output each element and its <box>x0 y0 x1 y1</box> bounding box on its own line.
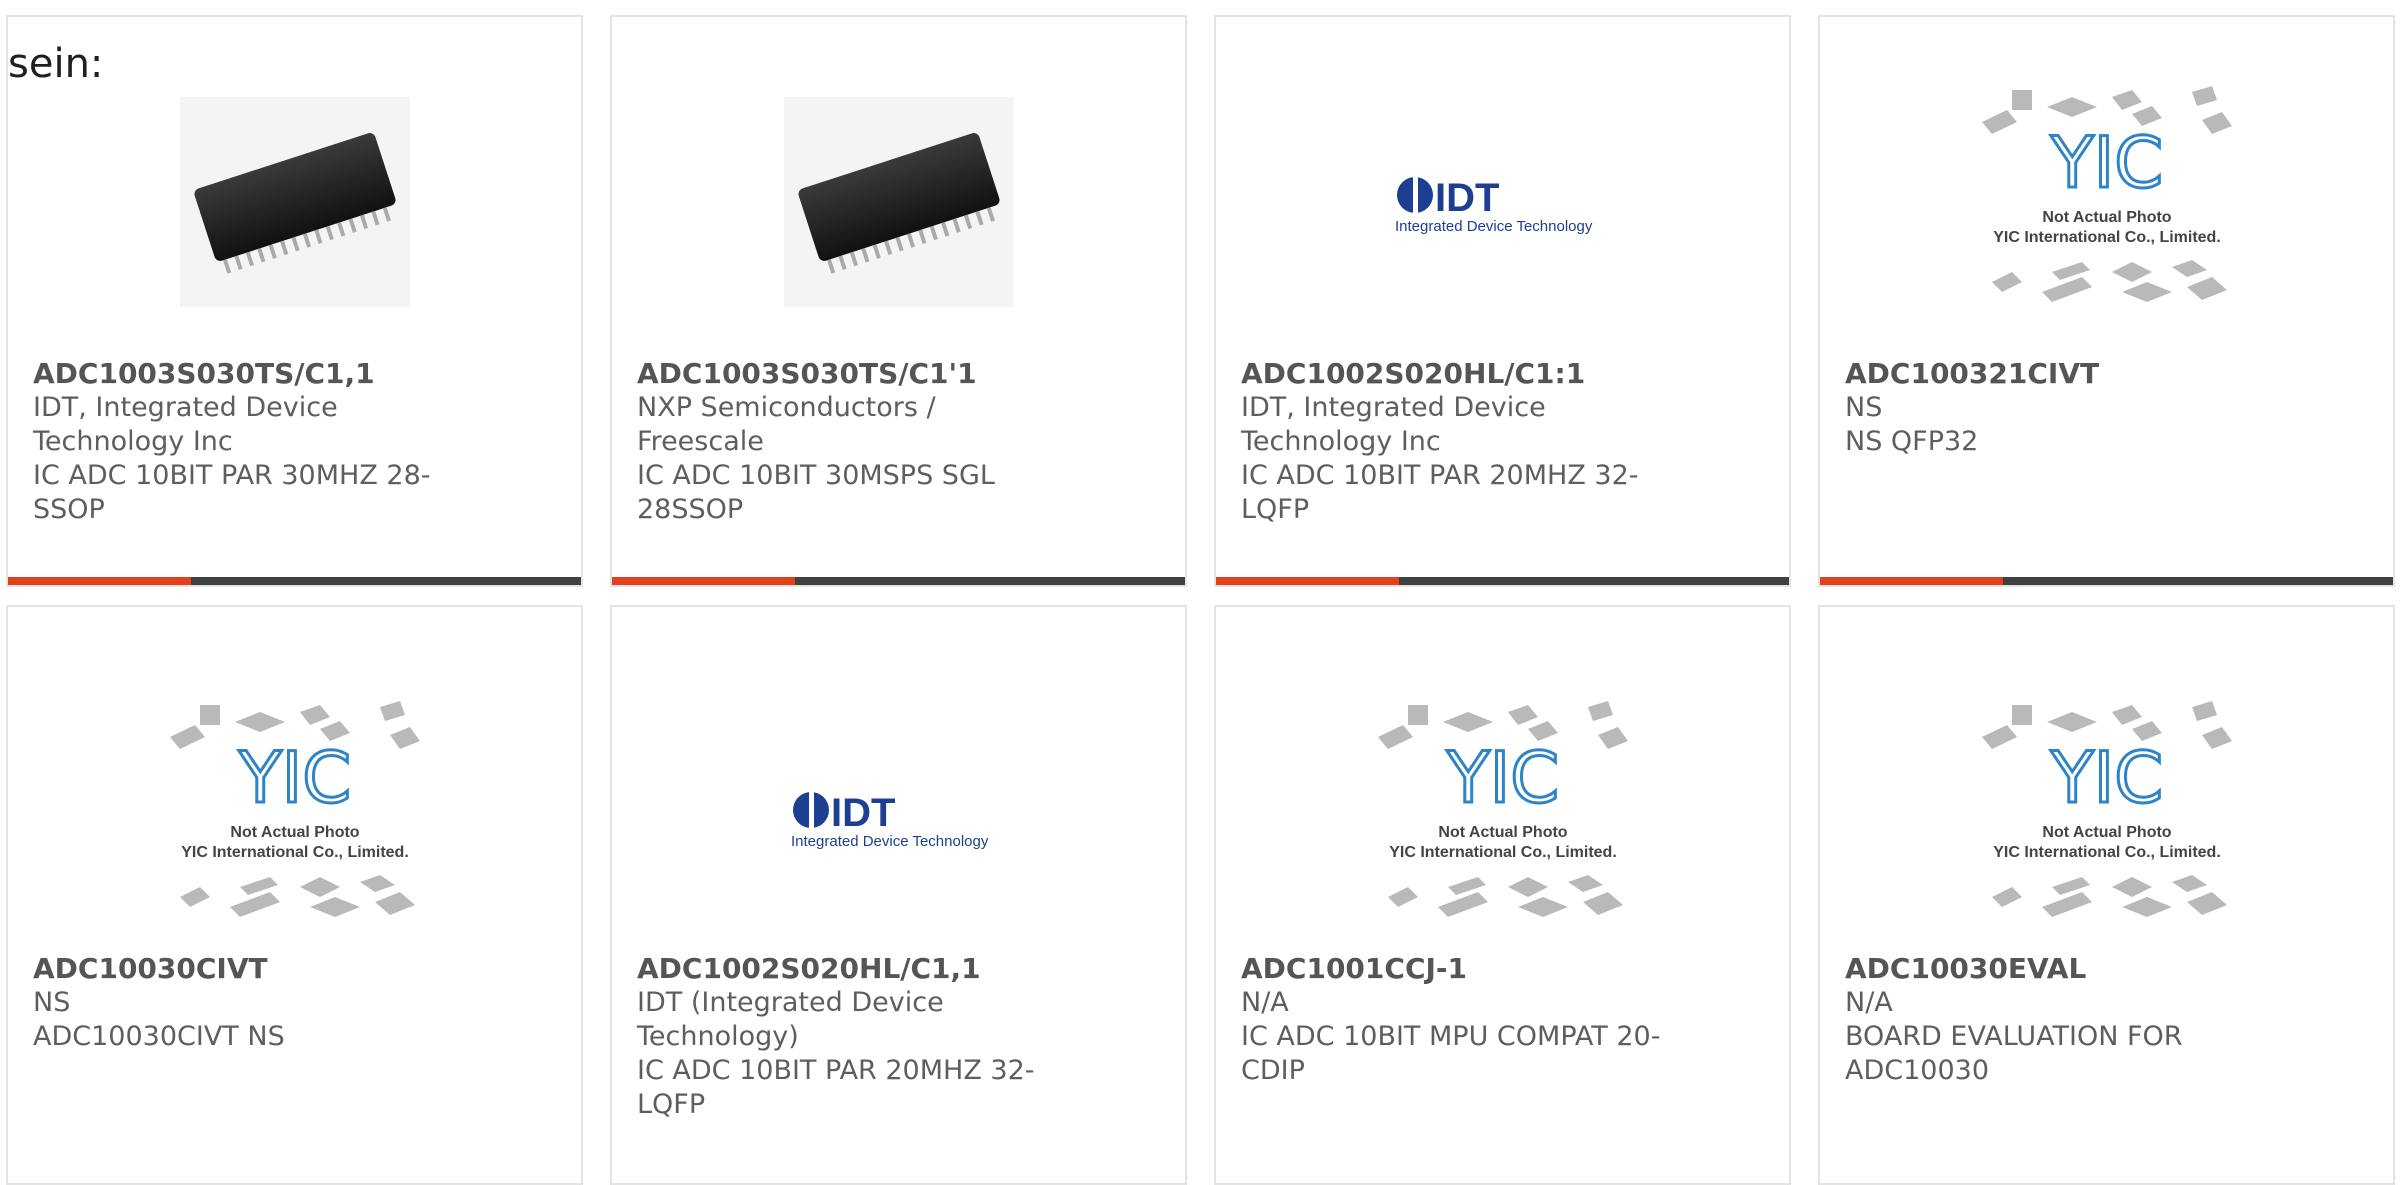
yic-line1: Not Actual Photo <box>2042 824 2171 841</box>
product-image[interactable]: IDT Integrated Device Technology <box>1216 77 1789 327</box>
part-number[interactable]: ADC100321CIVT <box>1845 357 2265 391</box>
idt-logo-icon: IDT Integrated Device Technology <box>791 790 989 850</box>
yic-line1: Not Actual Photo <box>230 824 359 841</box>
yic-brand-text: YIC <box>1445 737 1558 819</box>
card-accent-bar <box>1216 577 1789 585</box>
manufacturer: IDT (Integrated Device Technology) <box>637 987 944 1052</box>
product-card[interactable]: YIC Not Actual Photo YIC International C… <box>1214 605 1791 1185</box>
card-accent-bar <box>1820 577 2393 585</box>
part-number[interactable]: ADC10030EVAL <box>1845 952 2265 986</box>
part-number[interactable]: ADC1003S030TS/C1'1 <box>637 357 1057 391</box>
product-card[interactable]: ADC1003S030TS/C1,1 IDT, Integrated Devic… <box>6 15 583 587</box>
description: IC ADC 10BIT MPU COMPAT 20-CDIP <box>1241 1021 1661 1086</box>
yic-placeholder-icon: YIC Not Actual Photo YIC International C… <box>1981 701 2232 917</box>
part-number[interactable]: ADC1002S020HL/C1:1 <box>1241 357 1661 391</box>
manufacturer: NS <box>1845 392 1883 423</box>
chip-ssop-icon <box>179 97 410 307</box>
part-number[interactable]: ADC1001CCJ-1 <box>1241 952 1661 986</box>
manufacturer: N/A <box>1845 987 1893 1018</box>
yic-line1: Not Actual Photo <box>2042 209 2171 226</box>
description: NS QFP32 <box>1845 426 1979 457</box>
card-accent-bar <box>8 577 581 585</box>
idt-sub-text: Integrated Device Technology <box>1395 218 1593 235</box>
product-image[interactable] <box>612 77 1185 327</box>
manufacturer: IDT, Integrated Device Technology Inc <box>1241 392 1546 457</box>
chip-ssop-icon <box>783 97 1014 307</box>
idt-sub-text: Integrated Device Technology <box>791 833 989 850</box>
product-card[interactable]: IDT Integrated Device Technology ADC1002… <box>1214 15 1791 587</box>
product-card[interactable]: YIC Not Actual Photo YIC International C… <box>1818 605 2395 1185</box>
yic-line2: YIC International Co., Limited. <box>1389 844 1617 861</box>
description: IC ADC 10BIT PAR 30MHZ 28-SSOP <box>33 460 431 525</box>
manufacturer: NXP Semiconductors / Freescale <box>637 392 936 457</box>
product-image[interactable]: YIC Not Actual Photo YIC International C… <box>1820 692 2393 942</box>
yic-brand-text: YIC <box>2049 122 2162 204</box>
product-card[interactable]: ADC1003S030TS/C1'1 NXP Semiconductors / … <box>610 15 1187 587</box>
yic-placeholder-icon: YIC Not Actual Photo YIC International C… <box>1377 701 1628 917</box>
description: ADC10030CIVT NS <box>33 1021 285 1052</box>
product-image[interactable]: IDT Integrated Device Technology <box>612 692 1185 942</box>
product-image[interactable]: YIC Not Actual Photo YIC International C… <box>1820 77 2393 327</box>
idt-brand-text: IDT <box>1435 176 1499 220</box>
manufacturer: IDT, Integrated Device Technology Inc <box>33 392 338 457</box>
idt-logo-icon: IDT Integrated Device Technology <box>1395 175 1593 235</box>
yic-placeholder-icon: YIC Not Actual Photo YIC International C… <box>1981 86 2232 302</box>
yic-line1: Not Actual Photo <box>1438 824 1567 841</box>
yic-brand-text: YIC <box>2049 737 2162 819</box>
product-card[interactable]: YIC Not Actual Photo YIC International C… <box>6 605 583 1185</box>
card-accent-bar <box>612 577 1185 585</box>
yic-line2: YIC International Co., Limited. <box>181 844 409 861</box>
part-number[interactable]: ADC1003S030TS/C1,1 <box>33 357 453 391</box>
intro-text: sein: <box>8 41 104 87</box>
description: IC ADC 10BIT PAR 20MHZ 32-LQFP <box>1241 460 1639 525</box>
part-number[interactable]: ADC1002S020HL/C1,1 <box>637 952 1057 986</box>
yic-placeholder-icon: YIC Not Actual Photo YIC International C… <box>169 701 420 917</box>
product-card[interactable]: YIC Not Actual Photo YIC International C… <box>1818 15 2395 587</box>
product-image[interactable]: YIC Not Actual Photo YIC International C… <box>8 692 581 942</box>
yic-line2: YIC International Co., Limited. <box>1993 844 2221 861</box>
idt-brand-text: IDT <box>831 791 895 835</box>
manufacturer: N/A <box>1241 987 1289 1018</box>
yic-line2: YIC International Co., Limited. <box>1993 229 2221 246</box>
description: IC ADC 10BIT 30MSPS SGL 28SSOP <box>637 460 995 525</box>
product-image[interactable]: YIC Not Actual Photo YIC International C… <box>1216 692 1789 942</box>
product-card[interactable]: IDT Integrated Device Technology ADC1002… <box>610 605 1187 1185</box>
product-image[interactable] <box>8 77 581 327</box>
yic-brand-text: YIC <box>237 737 350 819</box>
part-number[interactable]: ADC10030CIVT <box>33 952 453 986</box>
description: IC ADC 10BIT PAR 20MHZ 32-LQFP <box>637 1055 1035 1120</box>
description: BOARD EVALUATION FOR ADC10030 <box>1845 1021 2183 1086</box>
manufacturer: NS <box>33 987 71 1018</box>
